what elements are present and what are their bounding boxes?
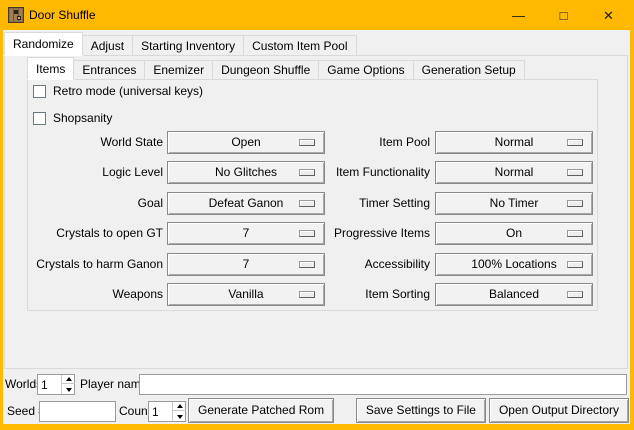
- tab-generation-setup[interactable]: Generation Setup: [413, 60, 525, 79]
- tab-label: Randomize: [13, 37, 74, 51]
- accessibility-dropdown[interactable]: 100% Locations: [435, 253, 593, 276]
- progressive-items-value: On: [506, 226, 522, 240]
- close-button[interactable]: ✕: [586, 0, 631, 30]
- item-sorting-label: Item Sorting: [298, 283, 430, 306]
- worlds-spin-buttons: [61, 375, 74, 394]
- logic-level-value: No Glitches: [215, 165, 277, 179]
- menu-indicator-icon: [567, 200, 583, 207]
- logic-level-label: Logic Level: [28, 161, 163, 184]
- item-sorting-dropdown[interactable]: Balanced: [435, 283, 593, 306]
- sub-tabbar: Items Entrances Enemizer Dungeon Shuffle…: [27, 57, 524, 79]
- door-shuffle-window: Door Shuffle — □ ✕ Randomize Adjust Star…: [0, 0, 634, 430]
- retro-mode-label: Retro mode (universal keys): [53, 84, 203, 98]
- worlds-input[interactable]: [38, 375, 61, 394]
- spin-down-button[interactable]: [173, 412, 186, 421]
- maximize-icon: □: [560, 9, 568, 22]
- crystals-open-gt-label: Crystals to open GT: [28, 222, 163, 245]
- spin-down-button[interactable]: [62, 385, 75, 394]
- tab-items[interactable]: Items: [27, 57, 74, 79]
- count-spin-buttons: [172, 402, 185, 421]
- accessibility-label: Accessibility: [298, 253, 430, 276]
- progressive-items-label: Progressive Items: [298, 222, 430, 245]
- item-pool-value: Normal: [495, 135, 534, 149]
- save-settings-button[interactable]: Save Settings to File: [356, 398, 486, 423]
- tab-custom-item-pool[interactable]: Custom Item Pool: [243, 35, 356, 55]
- tab-label: Game Options: [327, 63, 404, 77]
- arrow-down-icon: [177, 415, 183, 419]
- arrow-up-icon: [66, 377, 72, 381]
- maximize-button[interactable]: □: [541, 0, 586, 30]
- timer-setting-dropdown[interactable]: No Timer: [435, 192, 593, 215]
- tab-label: Generation Setup: [422, 63, 516, 77]
- tab-randomize[interactable]: Randomize: [4, 32, 83, 55]
- crystals-open-gt-value: 7: [243, 226, 250, 240]
- window-title: Door Shuffle: [29, 8, 96, 22]
- item-functionality-value: Normal: [495, 165, 534, 179]
- tab-label: Enemizer: [153, 63, 204, 77]
- item-functionality-dropdown[interactable]: Normal: [435, 161, 593, 184]
- worlds-spinbox: [37, 374, 75, 395]
- tab-adjust[interactable]: Adjust: [82, 35, 133, 55]
- crystals-harm-ganon-label: Crystals to harm Ganon: [28, 253, 163, 276]
- menu-indicator-icon: [567, 230, 583, 237]
- world-state-label: World State: [28, 131, 163, 154]
- count-spinbox: [148, 401, 186, 422]
- tab-label: Entrances: [82, 63, 136, 77]
- open-output-directory-button[interactable]: Open Output Directory: [489, 398, 629, 423]
- bottom-right-buttons: Save Settings to File Open Output Direct…: [356, 398, 629, 423]
- shopsanity-checkbox[interactable]: [33, 112, 46, 125]
- crystals-harm-ganon-value: 7: [243, 257, 250, 271]
- arrow-down-icon: [66, 388, 72, 392]
- menu-indicator-icon: [567, 291, 583, 298]
- tab-label: Starting Inventory: [141, 39, 235, 53]
- world-state-value: Open: [231, 135, 260, 149]
- progressive-items-dropdown[interactable]: On: [435, 222, 593, 245]
- spin-up-button[interactable]: [173, 402, 186, 411]
- tab-entrances[interactable]: Entrances: [73, 60, 145, 79]
- window-controls: — □ ✕: [496, 0, 631, 30]
- item-pool-label: Item Pool: [298, 131, 430, 154]
- titlebar: Door Shuffle — □ ✕: [0, 0, 634, 30]
- item-sorting-value: Balanced: [489, 287, 539, 301]
- tab-starting-inventory[interactable]: Starting Inventory: [132, 35, 244, 55]
- main-tabbar: Randomize Adjust Starting Inventory Cust…: [4, 32, 356, 55]
- tab-game-options[interactable]: Game Options: [318, 60, 413, 79]
- tab-label: Items: [36, 62, 65, 76]
- minimize-icon: —: [512, 9, 525, 22]
- seed-input[interactable]: [39, 401, 116, 422]
- tab-label: Custom Item Pool: [252, 39, 347, 53]
- retro-mode-row: Retro mode (universal keys): [33, 84, 203, 98]
- arrow-up-icon: [177, 404, 183, 408]
- close-icon: ✕: [603, 9, 614, 22]
- weapons-value: Vanilla: [228, 287, 263, 301]
- item-functionality-label: Item Functionality: [298, 161, 430, 184]
- tab-enemizer[interactable]: Enemizer: [144, 60, 213, 79]
- generate-patched-rom-button[interactable]: Generate Patched Rom: [188, 398, 334, 423]
- tab-dungeon-shuffle[interactable]: Dungeon Shuffle: [212, 60, 319, 79]
- goal-value: Defeat Ganon: [209, 196, 284, 210]
- count-input[interactable]: [149, 402, 172, 421]
- shopsanity-label: Shopsanity: [53, 111, 112, 125]
- player-names-input[interactable]: [139, 374, 627, 395]
- timer-setting-label: Timer Setting: [298, 192, 430, 215]
- tab-label: Dungeon Shuffle: [221, 63, 310, 77]
- menu-indicator-icon: [567, 139, 583, 146]
- count-label: Count: [119, 401, 151, 422]
- item-pool-dropdown[interactable]: Normal: [435, 131, 593, 154]
- menu-indicator-icon: [567, 261, 583, 268]
- tab-label: Adjust: [91, 39, 124, 53]
- goal-label: Goal: [28, 192, 163, 215]
- accessibility-value: 100% Locations: [471, 257, 556, 271]
- spin-up-button[interactable]: [62, 375, 75, 384]
- menu-indicator-icon: [567, 169, 583, 176]
- minimize-button[interactable]: —: [496, 0, 541, 30]
- retro-mode-checkbox[interactable]: [33, 85, 46, 98]
- shopsanity-row: Shopsanity: [33, 111, 112, 125]
- weapons-label: Weapons: [28, 283, 163, 306]
- door-icon: [8, 7, 24, 23]
- timer-setting-value: No Timer: [490, 196, 539, 210]
